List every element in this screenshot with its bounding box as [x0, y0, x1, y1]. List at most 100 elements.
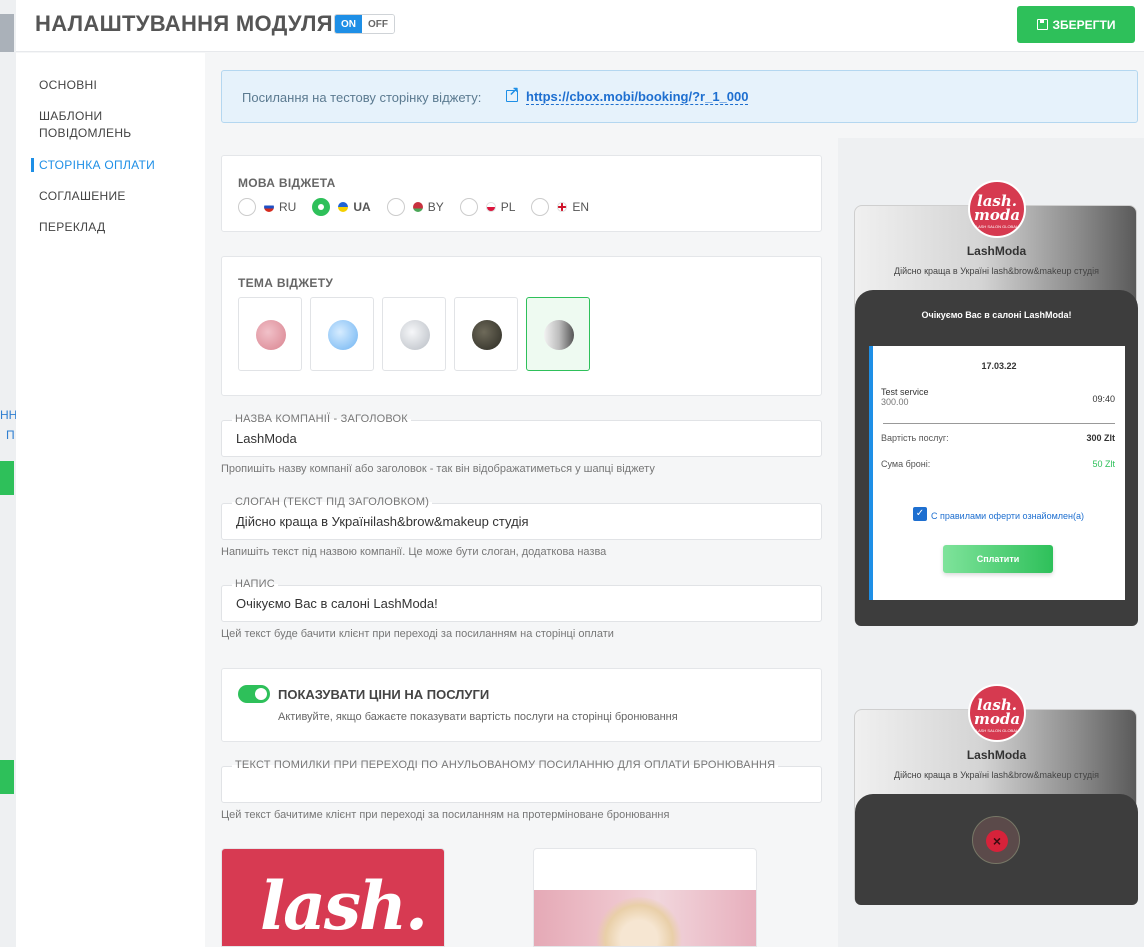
widget-preview-panel: lash. moda LASH SALON GLOBAL LashModa Ді… — [838, 138, 1144, 947]
language-radio-ru[interactable] — [238, 198, 256, 216]
background-image-card[interactable] — [533, 848, 757, 947]
slogan-hint: Напишіть текст під назвою компанії. Це м… — [221, 546, 607, 558]
preview-payment-widget: lash. moda LASH SALON GLOBAL LashModa Ді… — [854, 180, 1138, 626]
language-options: RU UA BY PL EN — [238, 198, 605, 216]
language-label: EN — [572, 200, 590, 214]
preview-service: Test service — [881, 387, 929, 397]
company-name-hint: Пропишіть назву компанії або заголовок -… — [221, 463, 655, 475]
swatch-dot — [544, 320, 574, 350]
caption-hint: Цей текст буде бачити клієнт при переход… — [221, 628, 614, 640]
language-label: UA — [353, 200, 371, 214]
show-prices-card: ПОКАЗУВАТИ ЦІНИ НА ПОСЛУГИ Активуйте, як… — [221, 668, 822, 742]
save-button[interactable]: ЗБЕРЕГТИ — [1017, 6, 1135, 43]
language-radio-ua[interactable] — [312, 198, 331, 216]
preview-agree-label: С правилами оферти ознайомлен(а) — [931, 511, 1084, 521]
swatch-dot — [256, 320, 286, 350]
preview-greeting: Очікуємо Вас в салоні LashModa! — [921, 310, 1072, 320]
page-title: НАЛАШТУВАННЯ МОДУЛЯ — [35, 11, 333, 36]
background-page: НН П — [0, 0, 16, 947]
theme-swatch-blue[interactable] — [310, 297, 374, 371]
sidebar: ОСНОВНІ ШАБЛОНИ ПОВІДОМЛЕНЬ СТОРІНКА ОПЛ… — [16, 53, 205, 947]
preview-divider — [883, 423, 1115, 424]
preview-company-name: LashModa — [966, 748, 1027, 762]
language-label: BY — [427, 200, 444, 214]
language-card: МОВА ВІДЖЕТА RU UA BY PL EN — [221, 155, 822, 232]
preview-logo-text: lash. moda — [973, 696, 1021, 728]
caption-field[interactable]: НАПИС Очікуємо Вас в салоні LashModa! — [221, 578, 822, 622]
sidebar-item-translation[interactable]: ПЕРЕКЛАД — [39, 219, 105, 236]
logo-image-card[interactable]: lash. — [221, 848, 445, 947]
slogan-value[interactable]: Дійсно краща в Україніlash&brow&makeup с… — [236, 514, 529, 529]
company-name-legend: НАЗВА КОМПАНІЇ - ЗАГОЛОВОК — [232, 413, 411, 425]
preview-cost-value: 300 Zlt — [1086, 433, 1115, 443]
error-text-legend: ТЕКСТ ПОМИЛКИ ПРИ ПЕРЕХОДІ ПО АНУЛЬОВАНО… — [232, 759, 779, 771]
preview-logo-text: lash. moda — [973, 192, 1021, 224]
preview-logo: lash. moda LASH SALON GLOBAL — [968, 684, 1026, 742]
swatch-dot — [472, 320, 502, 350]
header: НАЛАШТУВАННЯ МОДУЛЯ ON OFF ЗБЕРЕГТИ — [16, 0, 1144, 52]
slogan-legend: СЛОГАН (ТЕКСТ ПІД ЗАГОЛОВКОМ) — [232, 496, 433, 508]
company-name-field[interactable]: НАЗВА КОМПАНІЇ - ЗАГОЛОВОК LashModa — [221, 413, 822, 457]
background-text: П — [6, 428, 15, 442]
toggle-off[interactable]: OFF — [362, 15, 394, 33]
swatch-dot — [400, 320, 430, 350]
preview-cost-label: Вартість послуг: — [881, 433, 949, 443]
preview-error-widget: lash. moda LASH SALON GLOBAL LashModa Ді… — [854, 684, 1138, 905]
sidebar-item-payment-page[interactable]: СТОРІНКА ОПЛАТИ — [39, 157, 155, 174]
close-x-icon: × — [986, 830, 1008, 852]
sidebar-item-agreement[interactable]: СОГЛАШЕНИЕ — [39, 188, 126, 205]
language-radio-pl[interactable] — [459, 198, 478, 216]
theme-heading: ТЕМА ВІДЖЕТУ — [238, 276, 334, 290]
test-link-label: Посилання на тестову сторінку віджету: — [242, 90, 482, 105]
preview-pay-button[interactable]: Сплатити — [943, 545, 1053, 573]
flag-by-icon — [412, 202, 423, 212]
theme-swatch-gray-gradient[interactable] — [526, 297, 590, 371]
logo-image-text: lash. — [260, 867, 428, 945]
theme-swatch-pink[interactable] — [238, 297, 302, 371]
language-radio-by[interactable] — [386, 198, 405, 216]
preview-logo-sub: LASH SALON GLOBAL — [975, 728, 1019, 733]
background-tab — [0, 14, 14, 52]
flag-pl-icon — [485, 202, 496, 212]
language-label: PL — [500, 200, 516, 214]
toggle-on[interactable]: ON — [335, 15, 362, 33]
language-label: RU — [279, 200, 297, 214]
caption-legend: НАПИС — [232, 578, 278, 590]
sidebar-item-main[interactable]: ОСНОВНІ — [39, 77, 97, 94]
error-icon: × — [972, 816, 1020, 864]
background-button — [0, 760, 14, 794]
sidebar-item-templates[interactable]: ШАБЛОНИ ПОВІДОМЛЕНЬ — [39, 108, 149, 142]
slogan-field[interactable]: СЛОГАН (ТЕКСТ ПІД ЗАГОЛОВКОМ) Дійсно кра… — [221, 496, 822, 540]
caption-value[interactable]: Очікуємо Вас в салоні LashModa! — [236, 596, 438, 611]
preview-service-price: 300.00 — [881, 397, 909, 407]
flag-ua-icon — [338, 202, 349, 212]
preview-company-name: LashModa — [966, 244, 1027, 258]
preview-dark-panel: Очікуємо Вас в салоні LashModa! 17.03.22… — [855, 290, 1138, 626]
background-button — [0, 461, 14, 495]
flag-en-icon — [557, 202, 568, 212]
error-text-field[interactable]: ТЕКСТ ПОМИЛКИ ПРИ ПЕРЕХОДІ ПО АНУЛЬОВАНО… — [221, 759, 822, 803]
preview-agree-checkbox[interactable]: ✓ — [913, 507, 927, 521]
preview-slogan: Дійсно краща в Україні lash&brow&makeup … — [893, 770, 1100, 780]
preview-date: 17.03.22 — [981, 361, 1017, 371]
preview-logo: lash. moda LASH SALON GLOBAL — [968, 180, 1026, 238]
test-link-url[interactable]: https://cbox.mobi/booking/?r_1_000 — [526, 89, 749, 105]
language-heading: МОВА ВІДЖЕТА — [238, 176, 336, 190]
swatch-dot — [328, 320, 358, 350]
save-button-label: ЗБЕРЕГТИ — [1052, 17, 1116, 32]
external-link-icon — [506, 84, 519, 102]
show-prices-desc: Активуйте, якщо бажаєте показувати варті… — [278, 711, 678, 723]
company-name-value[interactable]: LashModa — [236, 431, 297, 446]
floppy-disk-icon — [1036, 19, 1048, 30]
theme-swatch-silver[interactable] — [382, 297, 446, 371]
preview-time: 09:40 — [1092, 394, 1115, 404]
module-toggle[interactable]: ON OFF — [334, 14, 395, 34]
show-prices-switch[interactable] — [238, 685, 270, 703]
theme-card: ТЕМА ВІДЖЕТУ — [221, 256, 822, 396]
theme-swatch-dark[interactable] — [454, 297, 518, 371]
preview-deposit-value: 50 Zlt — [1092, 459, 1115, 469]
preview-slogan: Дійсно краща в Україні lash&brow&makeup … — [893, 266, 1100, 276]
background-text: НН — [0, 408, 16, 422]
language-radio-en[interactable] — [531, 198, 550, 216]
error-text-hint: Цей текст бачитиме клієнт при переході з… — [221, 809, 670, 821]
